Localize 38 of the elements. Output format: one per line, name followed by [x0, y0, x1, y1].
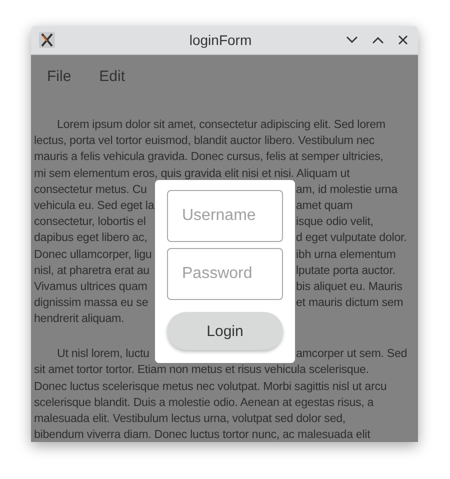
body-text: consectetur metus. Cu — [34, 182, 147, 198]
body-text: Donec luctus scelerisque metus nec volutpat. Morbi sagittis nisl ut arcu — [34, 378, 387, 395]
body-text: Vivamus ultrices quam — [34, 278, 148, 295]
menu-item[interactable]: File — [47, 68, 72, 87]
body-text: Ut nisl lorem, luctu — [56, 346, 150, 362]
login-button[interactable]: Login — [167, 312, 283, 350]
menu-item[interactable]: Edit — [99, 68, 126, 87]
body-text: Donec ullamcorper, ligu — [34, 246, 152, 262]
body-text: malesuada elit. Vestibulum lectus urna, volutpat sed dolor sed, — [34, 410, 346, 427]
body-text: vehicula eu. Sed eget la — [34, 198, 154, 214]
body-text: sit amet tortor tortor. Etiam non metus et risus vehicula scelerisque. — [34, 362, 369, 378]
body-text: bis aliquet eu. Mauris — [296, 278, 402, 295]
body-text: am, id molestie urna — [296, 182, 398, 198]
window-title: loginForm — [188, 32, 253, 48]
minimize-icon[interactable] — [346, 36, 358, 44]
body-text: isque odio velit, — [296, 214, 374, 230]
body-text: lputate porta auctor. — [296, 262, 396, 279]
body-text: consectetur, lobortis el — [34, 214, 146, 230]
body-text: bibendum viverra diam. Donec luctus tortor nunc, ac malesuada elit — [34, 427, 370, 442]
body-text: scelerisque blandit. Duis a molestie odio. Aenean at egestas risus, a — [34, 394, 374, 411]
body-text: amet quam — [296, 198, 353, 214]
body-text: Lorem ipsum dolor sit amet, consectetur adipiscing elit. Sed lorem — [56, 117, 386, 133]
password-field[interactable]: Password — [167, 248, 283, 300]
body-text: dapibus eget libero ac, — [34, 230, 148, 246]
body-text: hendrerit aliquam. — [34, 311, 124, 328]
body-text: amcorper ut sem. Sed — [296, 346, 408, 362]
body-text: d eget vulputate dolor. — [296, 230, 407, 246]
app-icon — [39, 32, 55, 48]
body-text: mi sem elementum eros, quis gravida elit nisi et nisi. Aliquam ut — [34, 166, 350, 182]
body-text: lectus, porta vel tortor euismod, blandit auctor libero. Vestibulum nec — [34, 133, 375, 150]
close-icon[interactable] — [398, 35, 408, 45]
body-text: nisl, at pharetra erat au — [34, 262, 150, 279]
username-field[interactable]: Username — [167, 190, 283, 242]
body-text: ibh urna elementum — [296, 246, 396, 262]
body-text: et mauris dictum sem — [296, 295, 404, 312]
body-text: mauris a felis vehicula gravida. Donec cursus, felis at semper ultricies, — [34, 149, 384, 166]
body-text: dignissim massa eu se — [34, 295, 148, 312]
maximize-icon[interactable] — [372, 36, 384, 44]
